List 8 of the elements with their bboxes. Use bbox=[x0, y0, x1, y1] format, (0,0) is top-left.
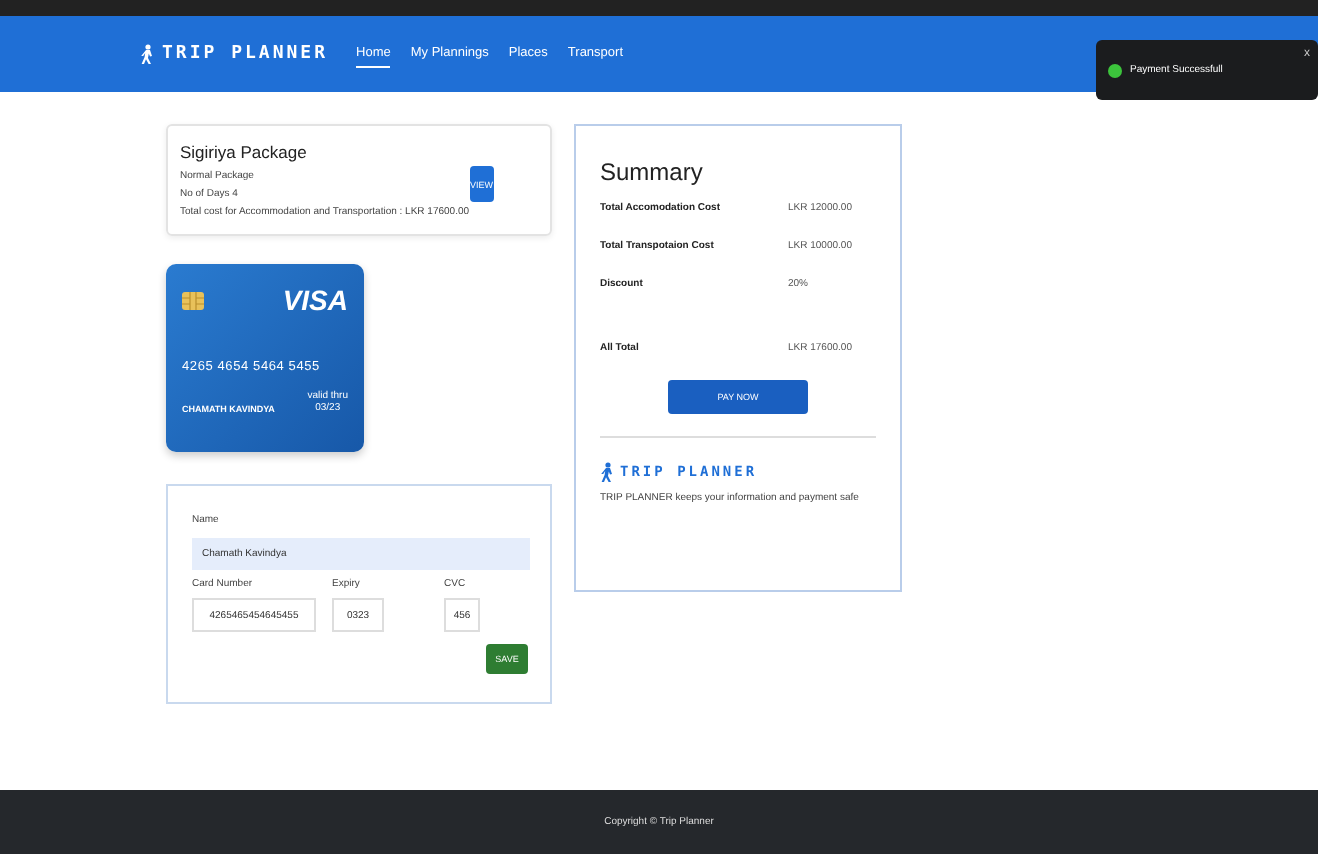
walker-icon bbox=[140, 44, 154, 64]
walker-icon bbox=[600, 462, 614, 482]
brand-logo[interactable]: TRIP PLANNER bbox=[162, 44, 329, 64]
package-title: Sigiriya Package bbox=[180, 142, 309, 162]
success-icon bbox=[1108, 63, 1122, 77]
summary-title: Summary bbox=[600, 158, 705, 186]
card-brand: VISA bbox=[282, 284, 348, 316]
chip-icon bbox=[182, 291, 204, 309]
